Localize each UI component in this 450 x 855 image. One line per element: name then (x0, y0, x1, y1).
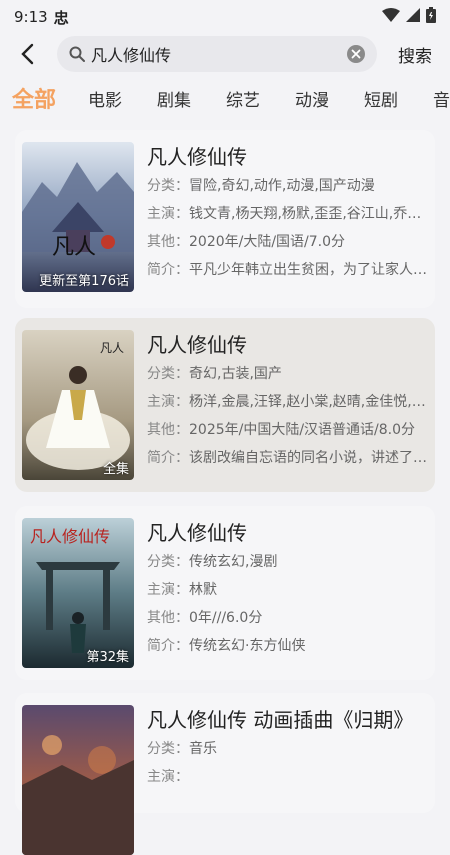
cast-value: 钱文青,杨天翔,杨默,歪歪,谷江山,乔诗语 (189, 206, 427, 222)
poster-badge: 更新至第176话 (39, 274, 129, 289)
cast-label: 主演： (147, 769, 189, 785)
intro-label: 简介： (147, 450, 189, 466)
category-tabs: 全部 电影 剧集 综艺 动漫 短剧 音 (0, 80, 450, 116)
genre-value: 冒险,奇幻,动作,动漫,国产动漫 (189, 178, 375, 194)
tab-anime[interactable]: 动漫 (295, 86, 329, 111)
genre-label: 分类： (147, 554, 189, 570)
svg-text:凡人: 凡人 (52, 235, 96, 260)
other-value: 2020年/大陆/国语/7.0分 (189, 234, 346, 250)
search-box[interactable] (57, 36, 377, 72)
result-card[interactable]: 凡人修仙传 动画插曲《归期》 分类：音乐 主演： (15, 693, 435, 855)
wifi-icon (382, 8, 400, 26)
poster-badge: 第32集 (86, 650, 129, 665)
back-button[interactable] (4, 34, 50, 74)
result-card[interactable]: 凡人 更新至第176话 凡人修仙传 分类：冒险,奇幻,动作,动漫,国产动漫 主演… (15, 130, 435, 308)
tab-series[interactable]: 剧集 (157, 86, 191, 111)
result-genre: 分类：奇幻,古装,国产 (147, 360, 427, 388)
result-intro: 简介：该剧改编自忘语的同名小说，讲述了韩立的故事 (147, 444, 427, 472)
tab-movie[interactable]: 电影 (88, 86, 122, 111)
status-bar: 9:13 忠 (0, 0, 450, 34)
result-info: 凡人修仙传 动画插曲《归期》 分类：音乐 主演： (147, 705, 427, 791)
search-icon (69, 46, 85, 62)
intro-value: 传统玄幻·东方仙侠 (189, 638, 306, 654)
clear-icon (347, 45, 365, 63)
genre-value: 奇幻,古装,国产 (189, 366, 282, 382)
result-cast: 主演： (147, 763, 427, 791)
intro-value: 该剧改编自忘语的同名小说，讲述了韩立的故事 (189, 450, 427, 466)
result-poster (22, 705, 134, 855)
search-input[interactable] (91, 44, 345, 64)
other-value: 2025年/中国大陆/汉语普通话/8.0分 (189, 422, 416, 438)
genre-value: 传统玄幻,漫剧 (189, 554, 278, 570)
result-other: 其他：2025年/中国大陆/汉语普通话/8.0分 (147, 416, 427, 444)
intro-value: 平凡少年韩立出生贫困，为了让家人过上更好的生活 (189, 262, 427, 278)
clear-button[interactable] (345, 43, 367, 65)
result-other: 其他：2020年/大陆/国语/7.0分 (147, 228, 427, 256)
poster-badge: 全集 (102, 462, 129, 477)
result-poster: 凡人 全集 (22, 330, 134, 480)
result-card[interactable]: 凡人修仙传 第32集 凡人修仙传 分类：传统玄幻,漫剧 主演：林默 其他：0年/… (15, 506, 435, 680)
tab-variety[interactable]: 综艺 (226, 86, 260, 111)
status-time: 9:13 (14, 8, 48, 26)
search-submit-button[interactable]: 搜索 (390, 34, 440, 74)
other-label: 其他： (147, 610, 189, 626)
cast-label: 主演： (147, 206, 189, 222)
tab-all[interactable]: 全部 (12, 82, 56, 114)
search-header: 搜索 (0, 34, 450, 74)
result-intro: 简介：传统玄幻·东方仙侠 (147, 632, 427, 660)
intro-label: 简介： (147, 638, 189, 654)
result-title: 凡人修仙传 动画插曲《归期》 (147, 708, 414, 732)
result-cast: 主演：杨洋,金晨,汪铎,赵小棠,赵晴,金佳悦,王鹤润 (147, 388, 427, 416)
result-intro: 简介：平凡少年韩立出生贫困，为了让家人过上更好的生活 (147, 256, 427, 284)
result-title: 凡人修仙传 (147, 145, 247, 169)
result-cast: 主演：钱文青,杨天翔,杨默,歪歪,谷江山,乔诗语 (147, 200, 427, 228)
result-poster: 凡人修仙传 第32集 (22, 518, 134, 668)
cast-label: 主演： (147, 582, 189, 598)
result-poster: 凡人 更新至第176话 (22, 142, 134, 292)
result-title: 凡人修仙传 (147, 521, 247, 545)
result-genre: 分类：传统玄幻,漫剧 (147, 548, 427, 576)
result-card[interactable]: 凡人 全集 凡人修仙传 分类：奇幻,古装,国产 主演：杨洋,金晨,汪铎,赵小棠,… (15, 318, 435, 492)
tab-music[interactable]: 音 (433, 86, 450, 111)
other-label: 其他： (147, 422, 189, 438)
signal-icon (406, 8, 420, 26)
result-info: 凡人修仙传 分类：传统玄幻,漫剧 主演：林默 其他：0年///6.0分 简介：传… (147, 518, 427, 660)
result-genre: 分类：冒险,奇幻,动作,动漫,国产动漫 (147, 172, 427, 200)
genre-label: 分类： (147, 741, 189, 757)
result-info: 凡人修仙传 分类：冒险,奇幻,动作,动漫,国产动漫 主演：钱文青,杨天翔,杨默,… (147, 142, 427, 284)
genre-label: 分类： (147, 178, 189, 194)
result-title: 凡人修仙传 (147, 333, 247, 357)
cast-label: 主演： (147, 394, 189, 410)
svg-text:凡人: 凡人 (100, 341, 124, 355)
intro-label: 简介： (147, 262, 189, 278)
poster-image (22, 705, 134, 855)
other-label: 其他： (147, 234, 189, 250)
result-genre: 分类：音乐 (147, 735, 427, 763)
notification-icon: 忠 (53, 8, 69, 27)
result-cast: 主演：林默 (147, 576, 427, 604)
genre-value: 音乐 (189, 741, 217, 757)
battery-icon (426, 7, 436, 27)
back-arrow-icon (21, 43, 34, 65)
tab-short-drama[interactable]: 短剧 (364, 86, 398, 111)
cast-value: 林默 (189, 582, 217, 598)
other-value: 0年///6.0分 (189, 610, 263, 626)
result-info: 凡人修仙传 分类：奇幻,古装,国产 主演：杨洋,金晨,汪铎,赵小棠,赵晴,金佳悦… (147, 330, 427, 472)
cast-value: 杨洋,金晨,汪铎,赵小棠,赵晴,金佳悦,王鹤润 (189, 394, 427, 410)
svg-text:凡人修仙传: 凡人修仙传 (30, 527, 110, 546)
genre-label: 分类： (147, 366, 189, 382)
result-other: 其他：0年///6.0分 (147, 604, 427, 632)
